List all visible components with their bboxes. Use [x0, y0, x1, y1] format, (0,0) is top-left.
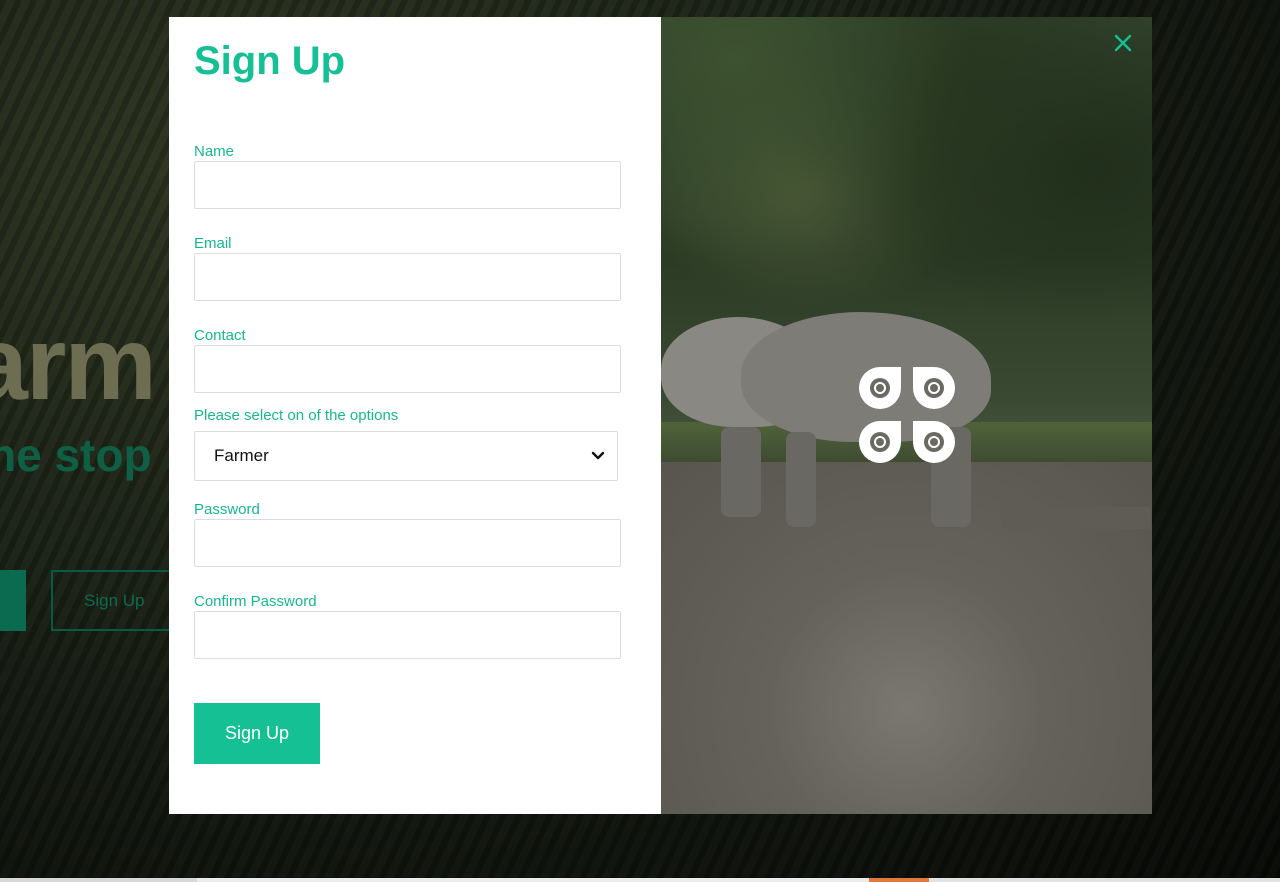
app-logo-icon — [857, 365, 957, 465]
email-label: Email — [194, 235, 232, 252]
bottom-strip — [0, 878, 1280, 882]
modal-title: Sign Up — [194, 39, 346, 83]
signup-form: Sign Up Name Email Contact Please select… — [169, 17, 661, 814]
confirm-password-input[interactable] — [194, 611, 621, 659]
chevron-down-icon — [591, 451, 605, 461]
password-label: Password — [194, 501, 260, 518]
modal-hero-image — [661, 17, 1152, 814]
name-label: Name — [194, 143, 235, 160]
signup-modal: Sign Up Name Email Contact Please select… — [169, 17, 1152, 814]
signup-submit-button[interactable]: Sign Up — [194, 703, 320, 764]
name-input[interactable] — [194, 161, 621, 209]
plough — [1001, 507, 1151, 529]
contact-label: Contact — [194, 327, 246, 344]
role-label: Please select on of the options — [194, 407, 399, 424]
email-input[interactable] — [194, 253, 621, 301]
role-selected-value: Farmer — [214, 446, 269, 465]
confirm-password-label: Confirm Password — [194, 593, 317, 610]
close-icon[interactable] — [1112, 32, 1134, 54]
ox-leg — [786, 432, 816, 527]
role-select[interactable]: Farmer — [194, 431, 618, 481]
ox-leg — [721, 427, 761, 517]
password-input[interactable] — [194, 519, 621, 567]
contact-input[interactable] — [194, 345, 621, 393]
